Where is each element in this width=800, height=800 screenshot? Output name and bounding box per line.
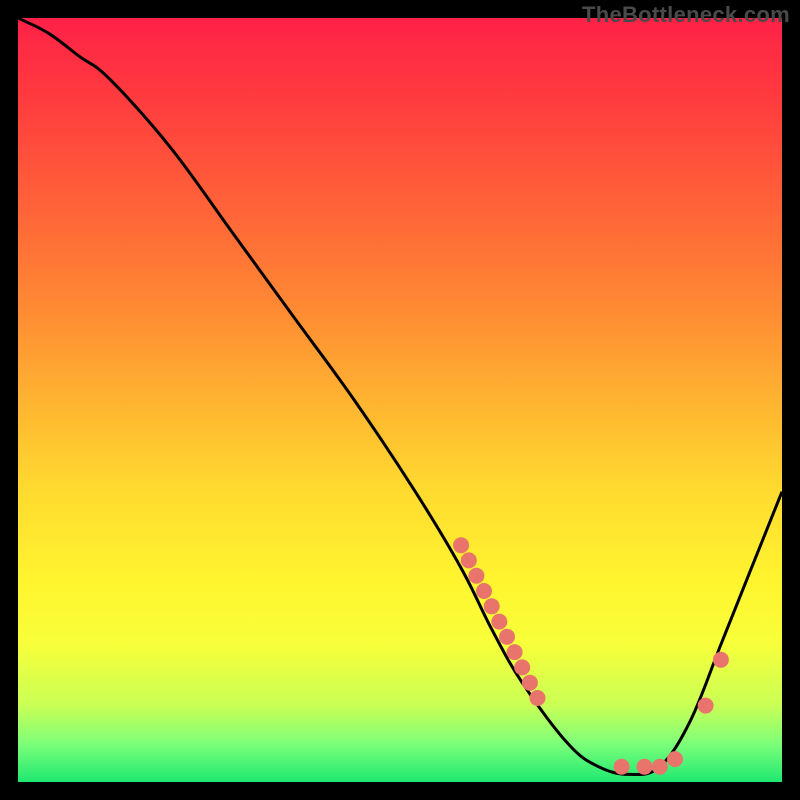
chart-svg [18,18,782,782]
chart-marker [461,552,477,568]
chart-marker [652,759,668,775]
chart-marker [491,614,507,630]
chart-stage: TheBottleneck.com [0,0,800,800]
chart-marker [468,568,484,584]
watermark-text: TheBottleneck.com [582,2,790,28]
chart-marker [614,759,630,775]
series-curve [18,18,782,775]
chart-marker [698,698,714,714]
chart-plot-area [18,18,782,782]
chart-marker [507,644,523,660]
chart-marker [499,629,515,645]
chart-marker [530,690,546,706]
chart-marker [637,759,653,775]
series-markers [453,537,729,775]
chart-marker [667,751,683,767]
chart-marker [514,659,530,675]
chart-marker [713,652,729,668]
chart-marker [522,675,538,691]
chart-marker [453,537,469,553]
chart-marker [484,598,500,614]
chart-marker [476,583,492,599]
